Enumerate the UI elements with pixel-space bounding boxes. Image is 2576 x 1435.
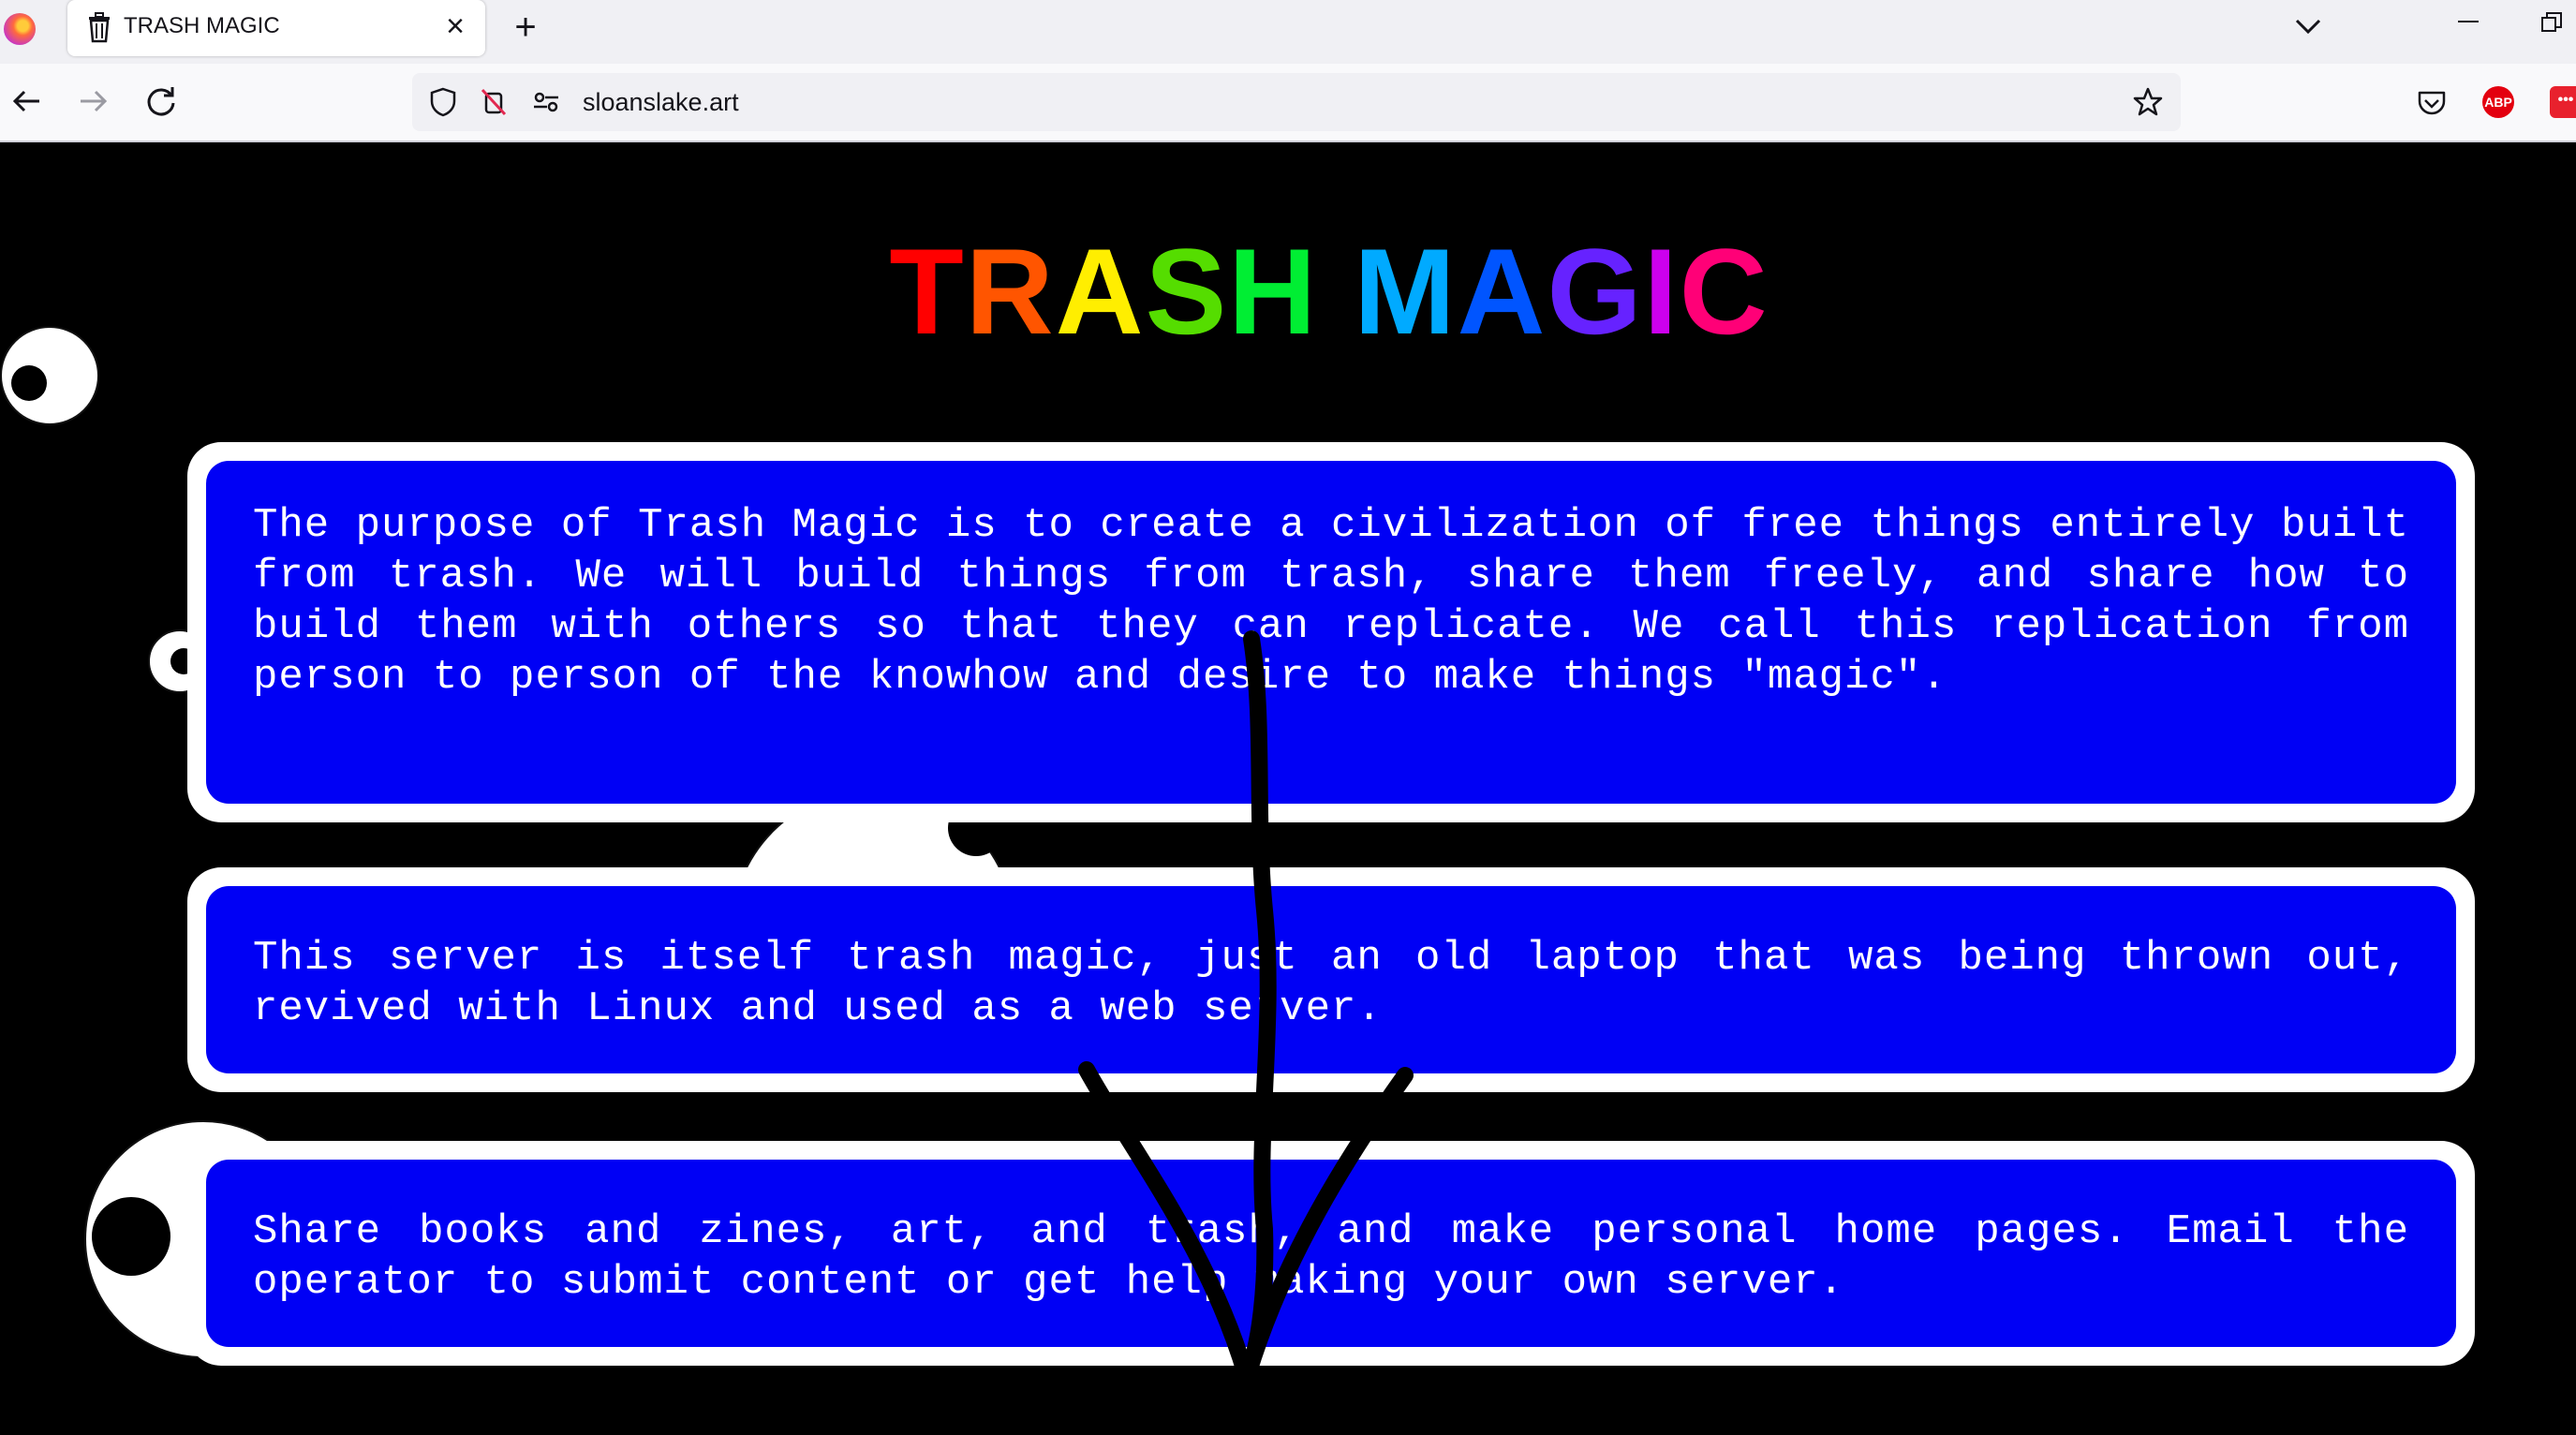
chevron-down-icon[interactable] xyxy=(2291,9,2325,43)
shield-icon[interactable] xyxy=(427,86,459,118)
title-letter: S xyxy=(1145,223,1229,360)
share-paragraph: Share books and zines, art, and trash, a… xyxy=(206,1160,2456,1347)
eye-pupil xyxy=(92,1197,170,1276)
share-card: Share books and zines, art, and trash, a… xyxy=(187,1141,2475,1366)
page-title: TRASH MAGIC xyxy=(0,221,2576,362)
title-letter: A xyxy=(1457,223,1547,360)
title-letter: G xyxy=(1547,223,1644,360)
title-letter: A xyxy=(1055,223,1146,360)
title-letter: M xyxy=(1354,223,1458,360)
blocked-permission-icon[interactable] xyxy=(478,86,510,118)
reload-icon[interactable] xyxy=(142,82,180,120)
minimize-icon[interactable] xyxy=(2458,21,2479,22)
plus-icon[interactable]: + xyxy=(506,6,545,49)
site-settings-icon[interactable] xyxy=(530,86,562,118)
back-arrow-icon[interactable] xyxy=(7,82,45,120)
pocket-icon[interactable] xyxy=(2415,86,2449,120)
eye-decoration-top-left xyxy=(0,326,99,425)
tab-bar: TRASH MAGIC × + xyxy=(0,0,2576,64)
forward-arrow-icon[interactable] xyxy=(75,82,112,120)
title-letter: I xyxy=(1643,223,1680,360)
firefox-icon[interactable] xyxy=(4,13,36,45)
url-text[interactable]: sloanslake.art xyxy=(583,73,739,131)
title-letter: H xyxy=(1228,223,1319,360)
trash-icon xyxy=(89,12,110,43)
title-letter xyxy=(1318,223,1354,360)
tab-trash-magic[interactable]: TRASH MAGIC × xyxy=(67,0,485,56)
web-page: TRASH MAGIC The purpose of Trash Magic i… xyxy=(0,142,2576,1435)
eye-pupil xyxy=(11,365,47,401)
extension-icon[interactable]: ••• xyxy=(2550,86,2576,118)
tab-title: TRASH MAGIC xyxy=(124,13,280,38)
star-icon[interactable] xyxy=(2132,86,2164,118)
navigation-toolbar: sloanslake.art ABP ••• xyxy=(0,64,2576,142)
intro-paragraph: The purpose of Trash Magic is to create … xyxy=(206,461,2456,804)
restore-icon[interactable] xyxy=(2540,11,2563,34)
close-icon[interactable]: × xyxy=(438,9,472,43)
title-letter: T xyxy=(889,223,966,360)
adblock-icon[interactable]: ABP xyxy=(2482,86,2514,118)
server-paragraph: This server is itself trash magic, just … xyxy=(206,886,2456,1073)
title-letter: R xyxy=(965,223,1056,360)
server-card: This server is itself trash magic, just … xyxy=(187,867,2475,1092)
title-letter: C xyxy=(1679,223,1769,360)
intro-card: The purpose of Trash Magic is to create … xyxy=(187,442,2475,822)
address-bar[interactable]: sloanslake.art xyxy=(412,73,2181,131)
